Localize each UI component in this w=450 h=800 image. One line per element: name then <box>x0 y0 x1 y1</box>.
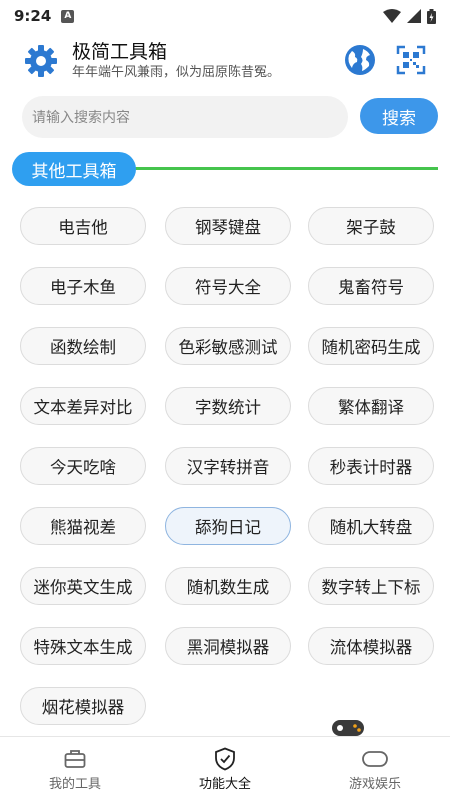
globe-button[interactable] <box>344 44 376 76</box>
status-bar: 9:24 A <box>0 0 450 32</box>
section-divider <box>130 167 438 170</box>
tool-button[interactable]: 电吉他 <box>20 207 146 245</box>
wifi-icon <box>383 9 401 23</box>
nav-label: 游戏娱乐 <box>348 777 401 792</box>
header-titles: 极简工具箱 年年端午风兼雨，似为屈原陈昔冤。 <box>72 40 280 82</box>
tool-button[interactable]: 熊猫视差 <box>20 507 146 545</box>
app-title: 极简工具箱 <box>72 41 168 63</box>
app-subtitle: 年年端午风兼雨，似为屈原陈昔冤。 <box>72 65 281 80</box>
tool-button[interactable]: 架子鼓 <box>308 207 434 245</box>
app-header: 极简工具箱 年年端午风兼雨，似为屈原陈昔冤。 <box>0 36 450 86</box>
nav-games[interactable]: 游戏娱乐 <box>300 737 450 800</box>
tool-button[interactable]: 文本差异对比 <box>20 387 146 425</box>
nav-label: 功能大全 <box>198 777 251 792</box>
nav-my-tools[interactable]: 我的工具 <box>0 737 150 800</box>
tool-button[interactable]: 特殊文本生成 <box>20 627 146 665</box>
nav-all-features[interactable]: 功能大全 <box>150 737 300 800</box>
bottom-nav: 我的工具 功能大全 游戏娱乐 <box>0 736 450 800</box>
battery-icon <box>427 8 436 24</box>
gear-icon <box>25 45 57 77</box>
search-input[interactable] <box>22 96 348 138</box>
tool-button[interactable]: 繁体翻译 <box>308 387 434 425</box>
tool-button[interactable]: 色彩敏感测试 <box>165 327 291 365</box>
tool-button[interactable]: 随机数生成 <box>165 567 291 605</box>
status-icons <box>383 8 436 24</box>
tool-button[interactable]: 字数统计 <box>165 387 291 425</box>
tool-button[interactable]: 符号大全 <box>165 267 291 305</box>
qr-scan-icon <box>396 45 426 75</box>
globe-icon <box>345 45 375 75</box>
shield-check-icon <box>215 747 235 771</box>
tool-button[interactable]: 今天吃啥 <box>20 447 146 485</box>
tool-button[interactable]: 鬼畜符号 <box>308 267 434 305</box>
gamepad-icon <box>362 751 388 767</box>
signal-icon <box>407 9 421 23</box>
scan-qr-button[interactable] <box>395 44 427 76</box>
section-title: 其他工具箱 <box>12 152 136 186</box>
tool-button[interactable]: 汉字转拼音 <box>165 447 291 485</box>
tool-button[interactable]: 函数绘制 <box>20 327 146 365</box>
tool-button[interactable]: 舔狗日记 <box>165 507 291 545</box>
status-time: 9:24 <box>14 7 52 25</box>
tool-button[interactable]: 黑洞模拟器 <box>165 627 291 665</box>
nav-label: 我的工具 <box>48 777 101 792</box>
notification-badge: A <box>61 9 75 23</box>
tool-button[interactable]: 随机密码生成 <box>308 327 434 365</box>
tool-button[interactable]: 随机大转盘 <box>308 507 434 545</box>
tool-button[interactable]: 数字转上下标 <box>308 567 434 605</box>
tool-button[interactable]: 钢琴键盘 <box>165 207 291 245</box>
tool-button[interactable]: 流体模拟器 <box>308 627 434 665</box>
tool-button[interactable]: 秒表计时器 <box>308 447 434 485</box>
tool-button[interactable]: 电子木鱼 <box>20 267 146 305</box>
briefcase-icon <box>64 750 86 768</box>
tool-button[interactable]: 迷你英文生成 <box>20 567 146 605</box>
search-button[interactable]: 搜索 <box>360 98 438 134</box>
tool-button[interactable]: 烟花模拟器 <box>20 687 146 725</box>
